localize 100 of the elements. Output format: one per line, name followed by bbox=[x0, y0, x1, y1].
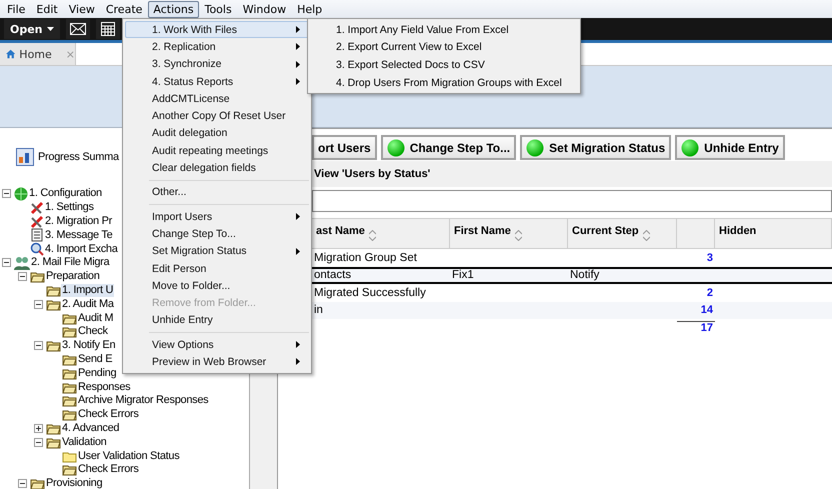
globe-icon bbox=[14, 186, 28, 201]
menu-title[interactable]: Tools bbox=[200, 0, 237, 18]
menu-title[interactable]: View bbox=[64, 0, 100, 18]
tab-label: Home bbox=[19, 48, 52, 60]
tree-item[interactable]: Pending bbox=[77, 366, 118, 380]
menu-title[interactable]: File bbox=[2, 0, 30, 18]
tree-item[interactable]: Validation bbox=[61, 436, 108, 449]
tree-item[interactable]: 2. Migration Pr bbox=[44, 214, 114, 228]
menu-item[interactable]: 4. Drop Users From Migration Groups with Excel bbox=[310, 74, 578, 92]
menu-item[interactable]: Unhide Entry bbox=[125, 312, 309, 330]
table-cell-text: Notify bbox=[569, 269, 600, 282]
menu-item[interactable]: Preview in Web Browser bbox=[125, 353, 309, 371]
submenu-arrow-icon bbox=[296, 341, 300, 348]
submenu-arrow-icon bbox=[296, 358, 300, 366]
tree-item[interactable]: Audit M bbox=[77, 312, 114, 325]
folder-icon bbox=[62, 325, 77, 338]
status-ball-icon bbox=[386, 138, 405, 156]
open-button[interactable]: Open bbox=[4, 19, 60, 39]
folder-icon bbox=[62, 463, 77, 476]
tree-item[interactable]: Check Errors bbox=[77, 408, 140, 422]
menu-item[interactable]: Audit repeating meetings bbox=[125, 142, 309, 160]
collapse-icon[interactable] bbox=[34, 300, 43, 309]
tree-item[interactable]: 2. Audit Ma bbox=[61, 298, 115, 311]
action-button[interactable]: Unhide Entry bbox=[675, 135, 785, 160]
menu-title[interactable]: Actions bbox=[148, 0, 199, 18]
table-cell-text: Fix1 bbox=[451, 269, 475, 282]
table-cell-text: Migration Group Set bbox=[313, 252, 418, 264]
submenu-arrow-icon bbox=[296, 60, 300, 68]
tree-item[interactable]: 3. Notify En bbox=[61, 339, 116, 352]
tree-item[interactable]: 2. Mail File Migra bbox=[30, 256, 110, 270]
sort-icon bbox=[514, 230, 522, 241]
menu-title[interactable]: Edit bbox=[31, 0, 63, 18]
column-header[interactable]: Hidden bbox=[715, 219, 832, 248]
tree-item[interactable]: User Validation Status bbox=[77, 450, 180, 463]
tools-icon bbox=[30, 214, 44, 228]
expand-icon[interactable] bbox=[34, 424, 43, 433]
menu-item[interactable]: Change Step To... bbox=[125, 225, 309, 243]
folder-icon bbox=[62, 366, 77, 380]
menu-item[interactable]: Set Migration Status bbox=[125, 242, 309, 260]
tree-item[interactable]: 4. Import Excha bbox=[44, 242, 119, 256]
mail-button[interactable] bbox=[66, 19, 90, 39]
menu-item[interactable]: 1. Import Any Field Value From Excel bbox=[310, 21, 578, 39]
tools-icon bbox=[30, 200, 44, 215]
tree-item[interactable]: Send E bbox=[77, 352, 114, 366]
magnifier-icon bbox=[30, 242, 44, 256]
sort-icon bbox=[368, 230, 376, 241]
menu-title[interactable]: Create bbox=[100, 0, 148, 18]
menu-item[interactable]: Edit Person bbox=[125, 260, 309, 278]
sort-icon bbox=[642, 230, 650, 241]
tree-item[interactable]: Responses bbox=[77, 380, 132, 394]
tree-item[interactable]: 1. Settings bbox=[44, 201, 95, 214]
table-cell-text: in bbox=[313, 304, 324, 316]
collapse-icon[interactable] bbox=[18, 272, 27, 282]
submenu-arrow-icon bbox=[296, 78, 300, 86]
column-header[interactable]: Current Step bbox=[568, 219, 677, 248]
tree-item[interactable]: Check bbox=[77, 325, 109, 338]
column-header[interactable]: First Name bbox=[450, 219, 568, 248]
status-ball-icon bbox=[526, 138, 544, 156]
menu-title[interactable]: Help bbox=[292, 0, 328, 18]
folder-icon bbox=[46, 298, 61, 311]
menu-item[interactable]: Audit delegation bbox=[125, 124, 309, 142]
action-button[interactable]: Change Step To... bbox=[380, 135, 516, 160]
action-button[interactable]: ort Users bbox=[312, 135, 377, 160]
folder-icon bbox=[62, 380, 77, 394]
collapse-icon[interactable] bbox=[34, 438, 43, 447]
home-icon bbox=[6, 48, 16, 60]
tree-item[interactable]: Provisioning bbox=[45, 477, 104, 489]
count-cell-text: 14 bbox=[700, 304, 714, 316]
menu-item[interactable]: Import Users bbox=[125, 208, 309, 226]
menu-item[interactable]: Move to Folder... bbox=[125, 277, 309, 294]
menu-item[interactable]: 4. Status Reports bbox=[125, 72, 309, 90]
tree-item[interactable]: Progress Summa bbox=[38, 151, 119, 163]
menu-item[interactable]: View Options bbox=[125, 336, 309, 354]
tree-item[interactable]: Preparation bbox=[45, 270, 101, 284]
tree-item[interactable]: 3. Message Te bbox=[44, 228, 114, 242]
menu-item[interactable]: 1. Work With Files bbox=[125, 21, 309, 38]
search-field[interactable] bbox=[312, 190, 832, 212]
tree-item[interactable]: 4. Advanced bbox=[61, 422, 120, 435]
collapse-icon[interactable] bbox=[2, 258, 11, 268]
calendar-button[interactable] bbox=[96, 19, 120, 39]
tree-item[interactable]: 1. Import U bbox=[61, 284, 114, 297]
collapse-icon[interactable] bbox=[2, 189, 11, 198]
menu-item[interactable]: 3. Synchronize bbox=[125, 56, 309, 73]
menu-title[interactable]: Window bbox=[238, 0, 292, 18]
action-button[interactable]: Set Migration Status bbox=[520, 135, 672, 160]
tree-item[interactable]: Archive Migrator Responses bbox=[77, 394, 210, 408]
menu-item[interactable]: Another Copy Of Reset User bbox=[125, 107, 309, 125]
menu-item[interactable]: 2. Export Current View to Excel bbox=[310, 38, 578, 56]
tree-item[interactable]: Check Errors bbox=[77, 463, 140, 476]
summary-icon bbox=[16, 148, 34, 166]
submenu-arrow-icon bbox=[296, 248, 300, 255]
folder-icon bbox=[46, 436, 61, 449]
tree-item[interactable]: 1. Configuration bbox=[28, 187, 103, 200]
menu-item[interactable]: 2. Replication bbox=[125, 38, 309, 56]
home-tab[interactable]: Home × bbox=[0, 43, 76, 65]
collapse-icon[interactable] bbox=[18, 479, 27, 488]
count-cell-text: 3 bbox=[706, 252, 714, 264]
collapse-icon[interactable] bbox=[34, 341, 43, 350]
menu-item[interactable]: 3. Export Selected Docs to CSV bbox=[310, 56, 578, 74]
menu-item[interactable]: AddCMTLicense bbox=[125, 90, 309, 108]
